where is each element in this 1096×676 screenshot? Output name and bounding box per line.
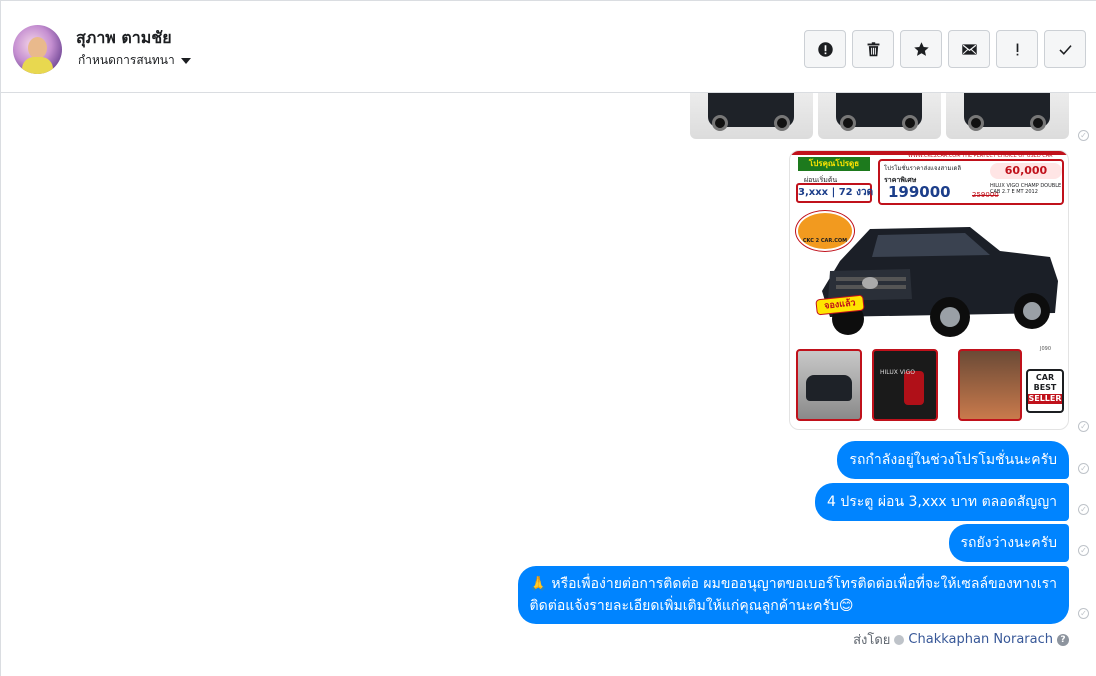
- star-button[interactable]: [900, 30, 942, 68]
- message-line: ติดต่อแจ้งรายละเอียดเพิ่มเติมให้แก่คุณลู…: [529, 598, 854, 614]
- exclamation-icon: [1016, 43, 1018, 55]
- car-shape: [806, 375, 852, 401]
- promo-line: โปรโมชั่นราคาส่งแจงสามเดลิ: [884, 165, 962, 172]
- installment-value: 3,xxx | 72 งวด: [796, 183, 873, 203]
- message-thread[interactable]: ✓ โปรคุณโปรดูธ WWW.CKC2CAR.COM THE PERFE…: [1, 93, 1096, 676]
- best-seller-line2: BEST: [1033, 383, 1057, 392]
- dealer-logo: CKC 2 CAR.COM: [796, 211, 854, 251]
- car-code: J090: [1040, 346, 1052, 352]
- promo-title: โปรคุณโปรดูธ: [798, 157, 870, 171]
- spam-icon: [817, 41, 833, 57]
- sent-check-icon: ✓: [1078, 545, 1089, 556]
- wheel-shape: [840, 115, 856, 131]
- promo-thumb-taillight: HILUX VIGO: [872, 349, 938, 421]
- sent-check-icon: ✓: [1078, 608, 1089, 619]
- sent-check-icon: ✓: [1078, 421, 1089, 432]
- promo-thumb-front: [796, 349, 862, 421]
- price-value: 199000: [888, 183, 951, 201]
- message-bubble[interactable]: 🙏 หรือเพื่อง่ายต่อการติดต่อ ผมขออนุญาตขอ…: [517, 566, 1069, 624]
- best-seller-line3: SELLER: [1028, 394, 1062, 404]
- sent-check-icon: ✓: [1078, 130, 1089, 141]
- promo-thumb-interior: [958, 349, 1022, 421]
- star-icon: [913, 41, 929, 56]
- taillight-shape: [904, 371, 924, 405]
- wheel-shape: [968, 115, 984, 131]
- wheel-shape: [774, 115, 790, 131]
- message-bubble[interactable]: 4 ประตู ผ่อน 3,xxx บาท ตลอดสัญญา: [815, 483, 1069, 521]
- help-icon[interactable]: ?: [1057, 633, 1069, 646]
- mark-done-button[interactable]: [1044, 30, 1086, 68]
- avatar-face: [28, 37, 47, 59]
- caret-down-icon: [180, 57, 191, 64]
- model-name: HILUX VIGO CHAMP DOUBLE CAB 2.7 E MT 201…: [990, 183, 1062, 195]
- mail-icon: [961, 43, 977, 55]
- conversation-settings-dropdown[interactable]: กำหนดการสนทนา: [78, 51, 191, 70]
- trash-icon: [867, 41, 879, 56]
- conversation-settings-label: กำหนดการสนทนา: [78, 53, 175, 67]
- wheel-shape: [902, 115, 918, 131]
- promo-thumb-label: HILUX VIGO: [880, 369, 915, 376]
- gear-icon: [894, 634, 905, 645]
- car-thumbnail[interactable]: [946, 93, 1069, 139]
- header-actions: [804, 30, 1086, 68]
- mark-unread-button[interactable]: [948, 30, 990, 68]
- conversation-header: สุภาพ ตามชัย กำหนดการสนทนา: [1, 1, 1096, 93]
- delete-button[interactable]: [852, 30, 894, 68]
- sent-by-label: ส่งโดย: [853, 633, 891, 648]
- image-thumbnails: [690, 93, 1069, 139]
- car-thumbnail[interactable]: [818, 93, 941, 139]
- price-box: โปรโมชั่นราคาส่งแจงสามเดลิ ราคาพิเศษ 199…: [878, 159, 1064, 205]
- message-bubble[interactable]: รถกำลังอยู่ในช่วงโปรโมชั่นนะครับ: [837, 441, 1069, 479]
- sent-check-icon: ✓: [1078, 504, 1089, 515]
- follow-up-button[interactable]: [996, 30, 1038, 68]
- check-icon: [1058, 44, 1072, 55]
- avatar-body: [22, 57, 53, 74]
- promo-image[interactable]: โปรคุณโปรดูธ WWW.CKC2CAR.COM THE PERFECT…: [789, 150, 1069, 430]
- sent-check-icon: ✓: [1078, 463, 1089, 474]
- sent-by-info: ส่งโดย Chakkaphan Norarach ?: [853, 629, 1069, 650]
- car-thumbnail[interactable]: [690, 93, 813, 139]
- wheel-shape: [712, 115, 728, 131]
- message-line: 🙏 หรือเพื่อง่ายต่อการติดต่อ ผมขออนุญาตขอ…: [529, 576, 1057, 592]
- message-bubble[interactable]: รถยังว่างนะครับ: [948, 524, 1069, 562]
- best-seller-line1: CAR: [1035, 373, 1055, 382]
- mark-spam-button[interactable]: [804, 30, 846, 68]
- contact-avatar[interactable]: [13, 25, 62, 74]
- contact-name[interactable]: สุภาพ ตามชัย: [76, 26, 172, 51]
- down-payment: 60,000: [990, 163, 1062, 179]
- sender-name-link[interactable]: Chakkaphan Norarach: [908, 632, 1053, 647]
- best-seller-badge: CAR BEST SELLER: [1026, 369, 1064, 413]
- wheel-shape: [1030, 115, 1046, 131]
